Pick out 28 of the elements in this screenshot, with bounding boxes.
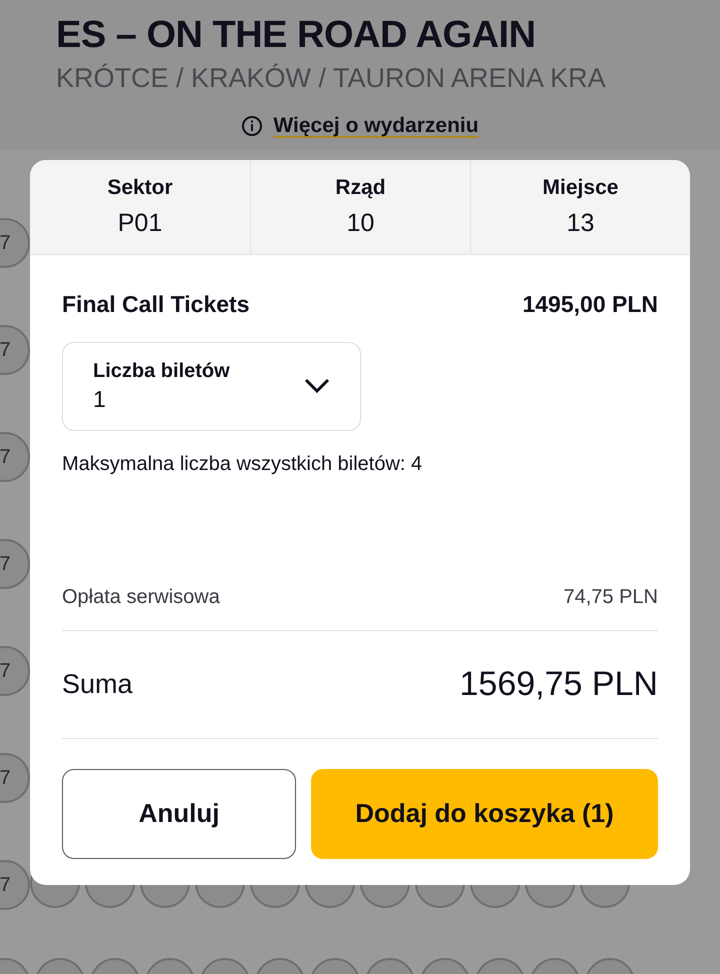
service-fee-label: Opłata serwisowa	[62, 584, 220, 610]
add-to-cart-button[interactable]: Dodaj do koszyka (1)	[311, 768, 658, 858]
total-label: Suma	[62, 668, 133, 701]
seat-info-label: Rząd	[335, 174, 386, 200]
seat[interactable]: 7	[0, 325, 30, 375]
seat-info-label: Miejsce	[542, 174, 618, 200]
seat[interactable]: 7	[0, 218, 30, 268]
seat-info-value: 10	[346, 208, 374, 239]
seat-info-value: 13	[566, 208, 594, 239]
seat[interactable]: 7	[0, 646, 30, 696]
total-value: 1569,75 PLN	[460, 664, 658, 704]
ticket-type: Final Call Tickets	[62, 290, 250, 319]
seat[interactable]: 7	[0, 753, 30, 803]
ticket-quantity-select[interactable]: Liczba biletów 1	[62, 342, 361, 430]
event-subtitle: KRÓTCE / KRAKÓW / TAURON ARENA KRA	[56, 62, 606, 95]
ticket-price: 1495,00 PLN	[522, 290, 658, 319]
seat-info-label: Sektor	[107, 174, 173, 200]
info-icon	[241, 114, 264, 137]
event-details-link[interactable]: Więcej o wydarzeniu	[273, 110, 479, 142]
event-title: ES – ON THE ROAD AGAIN	[56, 13, 536, 58]
seat[interactable]: 7	[0, 539, 30, 589]
cancel-button[interactable]: Anuluj	[62, 768, 296, 858]
seat[interactable]: 7	[0, 432, 30, 482]
chevron-down-icon	[304, 378, 330, 394]
service-fee-value: 74,75 PLN	[563, 584, 658, 610]
seat[interactable]: 7	[0, 860, 30, 910]
seat-info-value: P01	[118, 208, 162, 239]
max-tickets-note: Maksymalna liczba wszystkich biletów: 4	[62, 452, 424, 476]
